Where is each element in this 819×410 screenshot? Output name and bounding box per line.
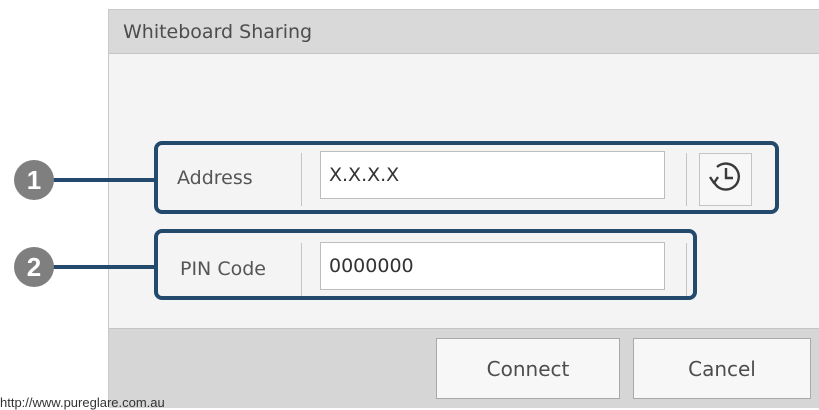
dialog-title: Whiteboard Sharing [123, 21, 313, 43]
connect-button[interactable]: Connect [436, 338, 620, 399]
callout-box-2 [154, 229, 697, 300]
callout-number-2: 2 [14, 247, 54, 287]
cancel-button[interactable]: Cancel [633, 338, 811, 399]
source-url: http://www.pureglare.com.au [0, 395, 165, 410]
callout-box-1 [154, 141, 779, 214]
dialog-titlebar: Whiteboard Sharing [109, 10, 819, 54]
callout-number-1: 1 [14, 160, 54, 200]
